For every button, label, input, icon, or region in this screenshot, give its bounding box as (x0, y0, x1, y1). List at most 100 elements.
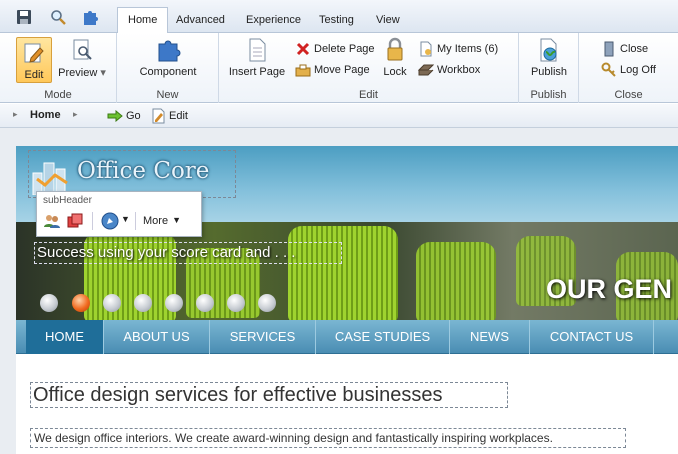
logo-text: Office Core (77, 158, 210, 184)
mode-group: Edit Preview ▾ Mode (0, 33, 117, 103)
search-icon[interactable] (48, 7, 68, 27)
slider-dot[interactable] (40, 294, 58, 312)
delete-page-label: Delete Page (314, 43, 375, 55)
page-canvas: Office Core Success using your score car… (0, 128, 678, 454)
delete-icon (295, 41, 311, 57)
chair-image (288, 226, 398, 320)
globe-icon (536, 37, 562, 63)
tab-testing[interactable]: Testing (309, 8, 364, 33)
edit-group: Insert Page Delete Page Move Page Lock M… (219, 33, 519, 103)
close-label: Close (620, 43, 649, 55)
delete-page-button[interactable]: Delete Page (295, 40, 375, 58)
breadcrumb-edit-label: Edit (169, 110, 188, 122)
chevron-down-icon: ▼ (172, 215, 181, 225)
chevron-right-icon[interactable]: ▸ (73, 109, 78, 120)
insert-page-button[interactable]: Insert Page (227, 37, 287, 78)
new-group-label: New (156, 89, 179, 101)
my-items-label: My Items (6) (437, 43, 499, 55)
log-off-label: Log Off (620, 64, 656, 76)
more-label: More (143, 215, 169, 227)
nav-item-news[interactable]: NEWS (450, 320, 530, 354)
move-page-label: Move Page (314, 64, 370, 76)
tab-experience[interactable]: Experience (236, 8, 311, 33)
tab-home[interactable]: Home (117, 7, 169, 34)
close-icon (601, 41, 617, 57)
edit-mode-label: Edit (24, 69, 44, 81)
publish-button[interactable]: Publish (527, 37, 571, 78)
toolbar-divider (135, 212, 136, 230)
ribbon-tab-bar: Home Advanced Experience Testing View (0, 0, 678, 34)
banner-headline: OUR GEN (546, 274, 673, 304)
breadcrumb: ▸ Home ▸ Go Edit (0, 104, 678, 128)
my-items-button[interactable]: My Items (6) (418, 40, 498, 58)
key-icon (601, 62, 617, 78)
edit-page-icon (150, 108, 166, 124)
nav-item-case-studies[interactable]: CASE STUDIES (316, 320, 450, 354)
new-group: Component New (117, 33, 219, 103)
site-nav: HOME ABOUT US SERVICES CASE STUDIES NEWS… (16, 320, 678, 354)
component-icon[interactable] (80, 7, 100, 27)
slider-dot[interactable] (227, 294, 245, 312)
publish-group: Publish Publish (519, 33, 579, 103)
app-window: Home Advanced Experience Testing View Ed… (0, 0, 678, 454)
breadcrumb-home[interactable]: Home (30, 109, 61, 121)
component-button[interactable]: Component (139, 37, 197, 78)
log-off-button[interactable]: Log Off (601, 61, 656, 79)
site-preview: Office Core Success using your score car… (16, 146, 678, 454)
tab-advanced[interactable]: Advanced (166, 8, 235, 33)
go-button[interactable]: Go (107, 107, 141, 125)
logo-icon (32, 162, 68, 195)
mode-group-label: Mode (44, 89, 72, 101)
slider-dot[interactable] (134, 294, 152, 312)
move-icon (295, 62, 311, 78)
page-heading[interactable]: Office design services for effective bus… (30, 382, 508, 408)
lock-label: Lock (383, 66, 407, 78)
lock-icon (382, 37, 408, 63)
publish-label: Publish (530, 66, 568, 78)
copy-icon[interactable] (67, 213, 83, 229)
edit-icon (21, 40, 47, 66)
users-icon[interactable] (43, 212, 61, 230)
nav-item-about-us[interactable]: ABOUT US (104, 320, 210, 354)
toolbar-divider (92, 212, 93, 230)
tab-view[interactable]: View (366, 8, 410, 33)
page-icon (244, 37, 270, 63)
lock-button[interactable]: Lock (380, 37, 410, 78)
slider-dot[interactable] (196, 294, 214, 312)
nav-item-home[interactable]: HOME (26, 320, 104, 354)
chevron-down-icon: ▾ (100, 67, 106, 79)
workbox-label: Workbox (437, 64, 481, 76)
close-group: Close Log Off Close (579, 33, 678, 103)
edit-group-label: Edit (359, 89, 378, 101)
chevron-right-icon: ▸ (13, 109, 18, 119)
slider-dot[interactable] (165, 294, 183, 312)
banner-caption[interactable]: Success using your score card and . . . (34, 242, 342, 264)
insert-page-label: Insert Page (228, 66, 286, 78)
close-button[interactable]: Close (601, 40, 648, 58)
ribbon: Edit Preview ▾ Mode Component New Insert… (0, 33, 678, 103)
preview-button[interactable]: Preview ▾ (56, 37, 108, 79)
go-arrow-icon (107, 108, 123, 124)
save-icon[interactable] (14, 7, 34, 27)
my-items-icon (418, 41, 434, 57)
preview-label: Preview (58, 67, 98, 79)
page-body-text[interactable]: We design office interiors. We create aw… (30, 428, 626, 448)
nav-item-contact-us[interactable]: CONTACT US (530, 320, 654, 354)
slider-dot-active[interactable] (72, 294, 90, 312)
more-button[interactable]: More ▼ (143, 215, 181, 227)
go-label: Go (126, 110, 141, 122)
puzzle-icon (155, 37, 181, 63)
workbox-icon (418, 62, 434, 78)
navigate-icon[interactable] (101, 212, 119, 230)
edit-mode-button[interactable]: Edit (16, 37, 52, 83)
breadcrumb-edit-button[interactable]: Edit (150, 107, 188, 125)
component-toolbar: subHeader ▼ More ▼ (36, 191, 202, 237)
chevron-down-icon[interactable]: ▼ (121, 214, 130, 224)
workbox-button[interactable]: Workbox (418, 61, 480, 79)
nav-item-services[interactable]: SERVICES (210, 320, 316, 354)
chair-image (416, 242, 496, 320)
move-page-button[interactable]: Move Page (295, 61, 370, 79)
preview-icon (69, 37, 95, 63)
slider-dot[interactable] (103, 294, 121, 312)
slider-dot[interactable] (258, 294, 276, 312)
